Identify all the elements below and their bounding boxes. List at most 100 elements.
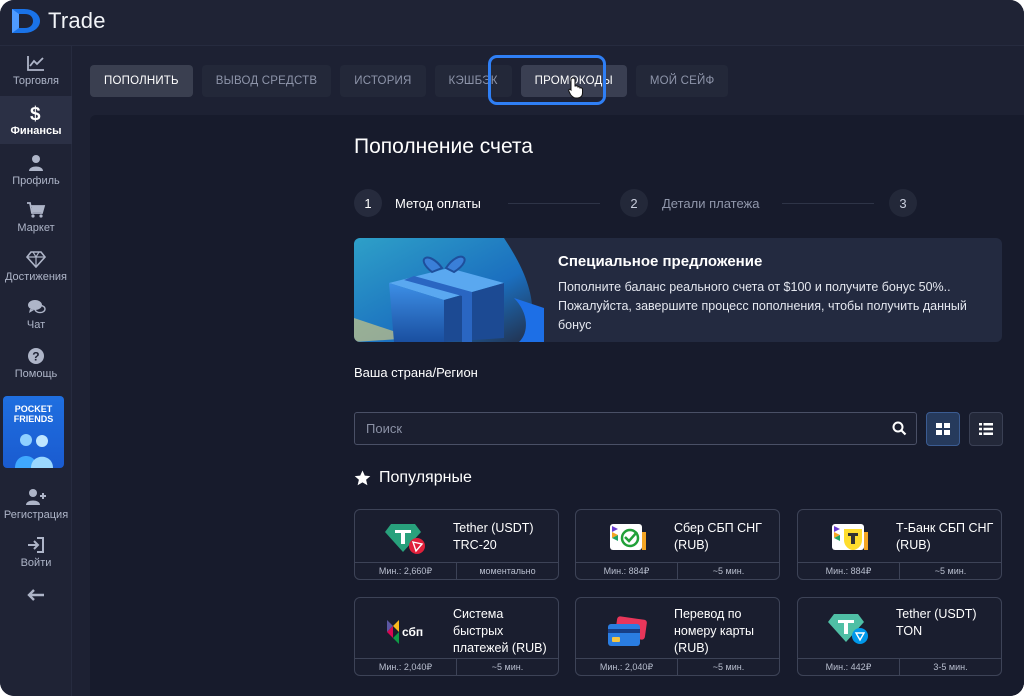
search-input[interactable] (355, 413, 875, 444)
payment-method-min: Мин.: 2,660₽ (355, 563, 457, 579)
payment-method-card[interactable]: сбп Система быстрых платежей (RUB) Мин.:… (354, 597, 559, 676)
region-label: Ваша страна/Регион (354, 365, 478, 380)
logo[interactable]: Trade (10, 7, 106, 35)
main-content: ПОПОЛНИТЬ ВЫВОД СРЕДСТВ ИСТОРИЯ КЭШБЭК П… (73, 47, 1024, 696)
sidebar-item-profile[interactable]: Профиль (0, 146, 72, 194)
dollar-icon: $ (29, 104, 43, 123)
chat-icon (26, 298, 46, 316)
payment-method-card[interactable]: Сбер СБП СНГ (RUB) Мин.: 884₽ ~5 мин. (575, 509, 780, 580)
deposit-panel: Пополнение счета 1 Метод оплаты 2 Детали… (90, 115, 1024, 696)
step-divider (782, 203, 874, 204)
sidebar-item-label: Достижения (4, 271, 68, 283)
payment-method-time: ~5 мин. (712, 566, 745, 576)
sidebar-item-market[interactable]: Маркет (0, 193, 72, 241)
payment-method-footer: Мин.: 2,660₽ моментально (355, 562, 558, 579)
promocodes-highlight (488, 55, 606, 105)
svg-text:сбп: сбп (402, 625, 423, 639)
banner-text: Пополните баланс реального счета от $100… (558, 280, 967, 332)
payment-method-card[interactable]: Tether (USDT) TON Мин.: 442₽ 3-5 мин. (797, 597, 1002, 676)
step-3-circle: 3 (889, 189, 917, 217)
sidebar-item-trading[interactable]: Торговля (0, 46, 72, 94)
bank-card-icon (608, 616, 647, 646)
payment-method-name: Сбер СБП СНГ (RUB) (674, 521, 762, 552)
search-icon[interactable] (892, 421, 907, 436)
sidebar-item-finance[interactable]: $ Финансы (0, 96, 72, 144)
payment-method-footer: Мин.: 442₽ 3-5 мин. (798, 658, 1001, 675)
page-title: Пополнение счета (354, 135, 533, 158)
logo-icon (10, 7, 44, 35)
sidebar-item-label: Регистрация (3, 509, 69, 521)
pocket-friends-banner[interactable]: POCKET FRIENDS (3, 396, 64, 468)
payment-method-time: ~5 мин. (491, 662, 524, 672)
popular-label: Популярные (379, 469, 472, 486)
payment-method-footer: Мин.: 884₽ ~5 мин. (576, 562, 779, 579)
step-2-circle: 2 (620, 189, 648, 217)
payment-method-name: Tether (USDT) TRC-20 (453, 521, 534, 552)
payment-method-card[interactable]: Tether (USDT) TRC-20 Мин.: 2,660₽ момент… (354, 509, 559, 580)
step-1-circle: 1 (354, 189, 382, 217)
payment-method-name: Т-Банк СБП СНГ (RUB) (896, 521, 994, 552)
payment-method-min: Мин.: 442₽ (798, 659, 900, 675)
tab-deposit[interactable]: ПОПОЛНИТЬ (90, 65, 193, 97)
payment-method-time: моментально (479, 566, 536, 576)
sidebar-item-label: Маркет (17, 222, 55, 234)
payment-method-name: Система быстрых платежей (RUB) (453, 607, 547, 655)
sidebar-item-label: Помощь (14, 368, 58, 380)
payment-method-footer: Мин.: 884₽ ~5 мин. (798, 562, 1001, 579)
star-icon (354, 470, 371, 486)
sbp-icon: сбп (387, 620, 423, 644)
friends-illustration-icon (11, 430, 57, 468)
payment-method-time: ~5 мин. (934, 566, 967, 576)
payment-method-min: Мин.: 884₽ (576, 563, 678, 579)
sidebar-item-label: Финансы (10, 125, 62, 137)
arrow-left-icon (26, 586, 46, 604)
payment-method-min: Мин.: 2,040₽ (355, 659, 457, 675)
steps-progress: 1 Метод оплаты 2 Детали платежа 3 (354, 189, 954, 217)
pocket-friends-line2: FRIENDS (13, 414, 54, 424)
payment-method-time: 3-5 мин. (933, 662, 968, 672)
tbank-sbp-icon (832, 524, 868, 550)
sidebar-item-achievements[interactable]: Достижения (0, 242, 72, 290)
sidebar: Торговля $ Финансы Профиль Маркет Достиж… (0, 46, 72, 696)
add-user-icon (25, 488, 47, 506)
tab-my-safe[interactable]: МОЙ СЕЙФ (635, 65, 729, 97)
sidebar-item-label: Торговля (13, 75, 59, 87)
step-divider (508, 203, 600, 204)
banner-title: Специальное предложение (558, 253, 763, 270)
sidebar-item-label: Чат (26, 319, 46, 331)
sidebar-item-chat[interactable]: Чат (0, 290, 72, 338)
payment-method-time: ~5 мин. (712, 662, 745, 672)
app-window: Trade Торговля $ Финансы Профиль Маркет … (0, 0, 1024, 696)
list-view-button[interactable] (969, 412, 1003, 446)
search-box (354, 412, 917, 445)
logo-text: Trade (48, 8, 106, 33)
popular-heading: Популярные (354, 469, 472, 487)
payment-method-card[interactable]: Перевод по номеру карты (RUB) Мин.: 2,04… (575, 597, 780, 676)
svg-text:?: ? (32, 350, 39, 364)
sidebar-item-register[interactable]: Регистрация (0, 480, 72, 528)
user-icon (28, 154, 44, 172)
cart-icon (26, 201, 46, 219)
special-offer-banner[interactable]: Специальное предложение Пополните баланс… (354, 238, 1002, 342)
sidebar-item-login[interactable]: Войти (0, 528, 72, 576)
payment-method-name: Tether (USDT) TON (896, 607, 977, 638)
sidebar-item-label: Профиль (12, 175, 60, 187)
tab-history[interactable]: ИСТОРИЯ (340, 65, 426, 97)
help-icon: ? (27, 347, 45, 365)
payment-method-footer: Мин.: 2,040₽ ~5 мин. (355, 658, 558, 675)
payment-method-card[interactable]: Т-Банк СБП СНГ (RUB) Мин.: 884₽ ~5 мин. (797, 509, 1002, 580)
diamond-icon (26, 250, 46, 268)
tether-ton-icon (828, 614, 868, 644)
sidebar-item-help[interactable]: ? Помощь (0, 339, 72, 387)
sidebar-item-label: Войти (20, 557, 52, 569)
grid-view-button[interactable] (926, 412, 960, 446)
payment-method-footer: Мин.: 2,040₽ ~5 мин. (576, 658, 779, 675)
sidebar-collapse-button[interactable] (0, 578, 72, 626)
payment-method-min: Мин.: 2,040₽ (576, 659, 678, 675)
chart-line-icon (26, 54, 46, 72)
payment-method-min: Мин.: 884₽ (798, 563, 900, 579)
tab-withdraw[interactable]: ВЫВОД СРЕДСТВ (201, 65, 332, 97)
step-2-label: Детали платежа (662, 196, 760, 211)
hand-cursor-icon (568, 77, 583, 99)
top-bar: Trade (0, 0, 1024, 46)
